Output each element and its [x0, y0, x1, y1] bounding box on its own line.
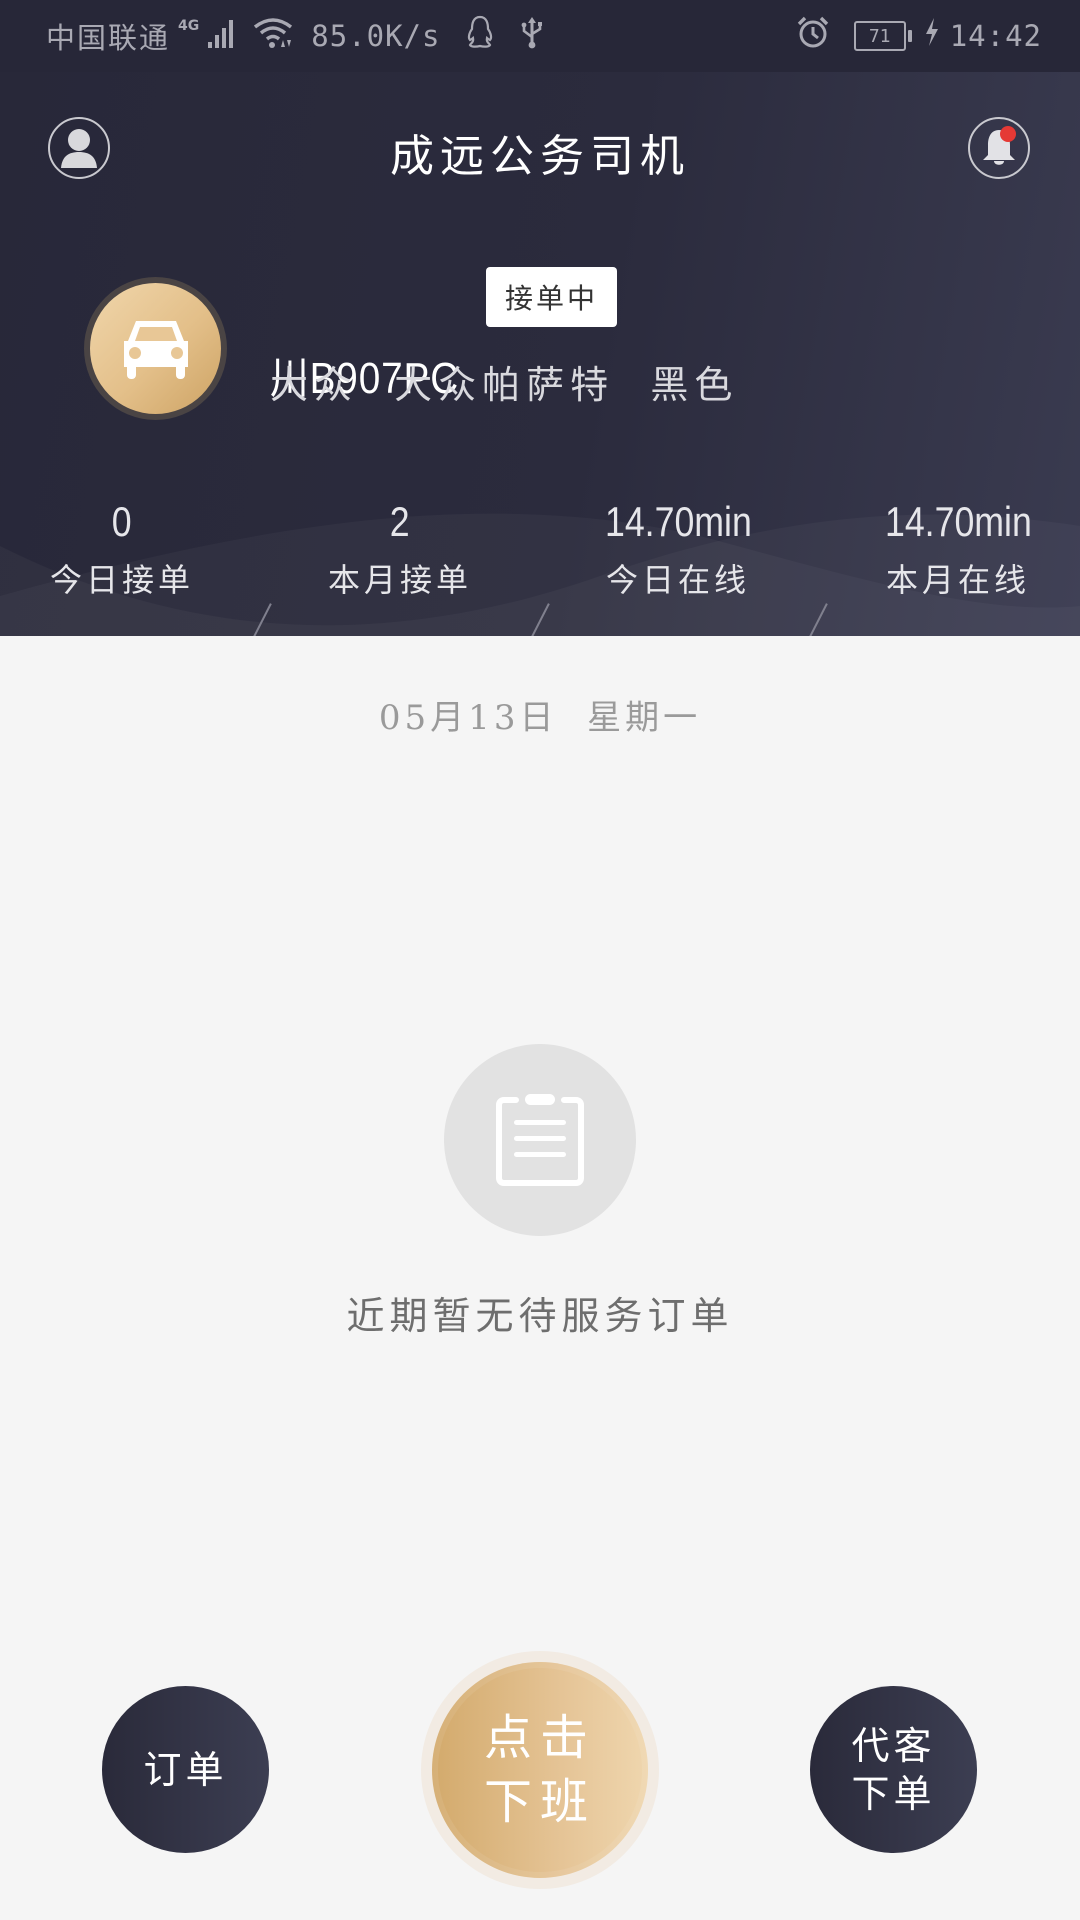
go-offline-button-label: 点击 下班 [483, 1710, 596, 1830]
vehicle-description: 大众 大众帕萨特 黑色 [270, 363, 739, 407]
bell-icon [983, 126, 1016, 165]
stats-row: 0 今日接单 2 本月接单 14.70min 今日在线 14.70min 本月在… [0, 492, 1080, 636]
battery-level: 71 [868, 25, 891, 47]
driver-header: 成远公务司机 川B907PC 接单中 大众 大众帕萨特 黑色 0 今日接单 2 … [0, 72, 1080, 636]
stat-today-online: 14.70min 今日在线 [548, 492, 808, 608]
stat-value: 0 [112, 498, 132, 545]
status-bar: 中国联通 4G 85.0K/s 71 14:42 [0, 0, 1080, 72]
qq-icon [466, 15, 494, 57]
car-icon [123, 320, 188, 379]
stat-label: 本月在线 [885, 561, 1030, 599]
empty-state-badge [444, 1044, 636, 1236]
status-badge: 接单中 [486, 267, 617, 327]
network-type: 4G [178, 18, 200, 34]
stat-label: 今日在线 [605, 561, 750, 599]
proxy-order-button[interactable]: 代客 下单 [810, 1686, 977, 1853]
current-date: 05月13日 星期一 [378, 698, 702, 738]
signal-icon [207, 16, 237, 56]
carrier-name: 中国联通 [46, 21, 171, 55]
stat-month-online: 14.70min 本月在线 [828, 492, 1080, 608]
network-speed: 85.0K/s [311, 19, 441, 53]
orders-button-label: 订单 [143, 1747, 228, 1792]
battery-icon: 71 [853, 21, 912, 51]
stat-value: 14.70min [604, 498, 752, 545]
notifications-button[interactable] [968, 117, 1030, 179]
empty-state-message: 近期暂无待服务订单 [346, 1294, 734, 1338]
alarm-icon [796, 15, 830, 57]
notification-dot [1000, 126, 1016, 142]
clock-time: 14:42 [949, 19, 1042, 53]
wifi-icon [253, 16, 293, 56]
stat-label: 本月接单 [327, 561, 472, 599]
orders-button[interactable]: 订单 [102, 1686, 269, 1853]
stat-value: 2 [390, 498, 410, 545]
usb-icon [520, 15, 544, 57]
charging-icon [924, 17, 940, 55]
vehicle-avatar [84, 277, 227, 420]
stat-month-orders: 2 本月接单 [270, 492, 530, 608]
app-title: 成远公务司机 [390, 131, 690, 182]
clipboard-icon [496, 1094, 584, 1186]
go-offline-button[interactable]: 点击 下班 [432, 1662, 648, 1878]
stat-today-orders: 0 今日接单 [0, 492, 252, 608]
stat-value: 14.70min [884, 498, 1032, 545]
proxy-order-button-label: 代客 下单 [851, 1723, 936, 1816]
stat-label: 今日接单 [49, 561, 194, 599]
